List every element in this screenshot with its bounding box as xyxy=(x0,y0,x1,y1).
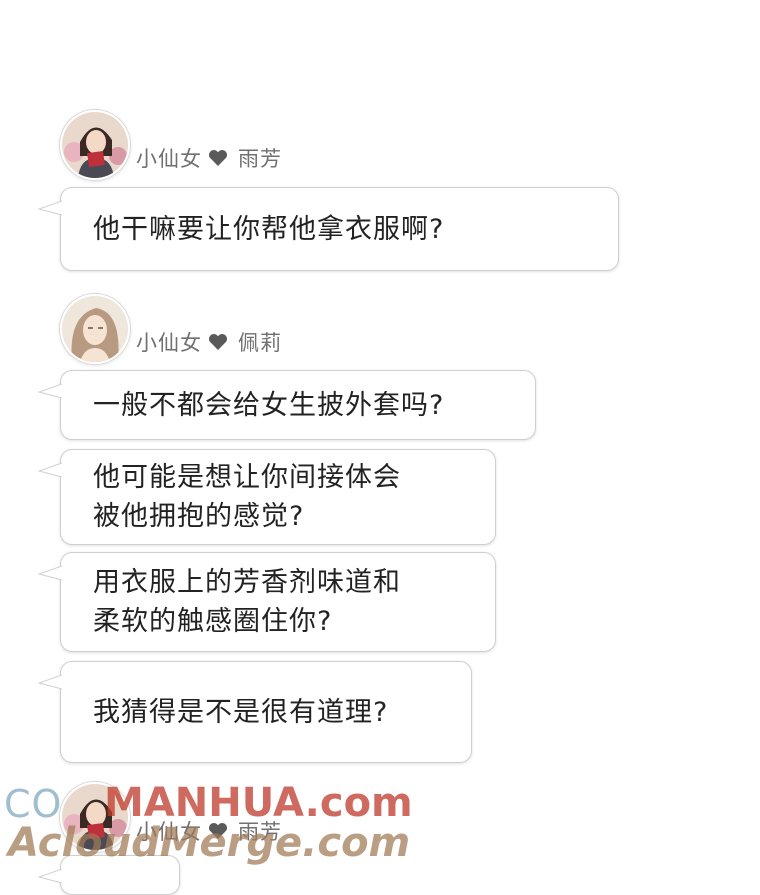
bubble-tail xyxy=(38,462,62,478)
woman-with-book-avatar-icon[interactable] xyxy=(60,110,130,180)
message-text: 他干嘛要让你帮他拿衣服啊? xyxy=(93,213,445,245)
message-bubble[interactable]: 一般不都会给女生披外套吗? xyxy=(38,370,536,440)
bubble-tail xyxy=(38,383,62,399)
woman-long-hair-avatar-icon[interactable] xyxy=(60,294,130,364)
heart-icon xyxy=(208,149,228,167)
message-bubble[interactable]: 我猜得是不是很有道理? xyxy=(38,661,472,763)
message-text: 被他拥抱的感觉? xyxy=(93,501,305,532)
sender-name: 小仙女 xyxy=(136,147,202,171)
watermark-text: AcloudMerge.com xyxy=(8,820,411,866)
message-text: 他可能是想让你间接体会 xyxy=(93,462,401,493)
bubble-tail xyxy=(38,674,62,690)
recipient-name: 佩莉 xyxy=(238,331,282,355)
bubble-tail xyxy=(38,868,62,884)
recipient-name: 雨芳 xyxy=(238,147,282,171)
message-bubble[interactable]: 用衣服上的芳香剂味道和 柔软的触感圈住你? xyxy=(38,552,496,652)
message-bubble[interactable]: 他干嘛要让你帮他拿衣服啊? xyxy=(38,187,619,271)
heart-icon xyxy=(208,333,228,351)
bubble-tail xyxy=(38,200,62,216)
message-sender-row: 小仙女 佩莉 xyxy=(60,294,282,364)
message-text: 柔软的触感圈住你? xyxy=(93,606,333,637)
sender-name: 小仙女 xyxy=(136,331,202,355)
message-text: 用衣服上的芳香剂味道和 xyxy=(93,567,401,598)
message-bubble[interactable]: 他可能是想让你间接体会 被他拥抱的感觉? xyxy=(38,449,496,545)
message-text: 一般不都会给女生披外套吗? xyxy=(93,389,445,421)
message-text: 我猜得是不是很有道理? xyxy=(93,696,389,728)
bubble-tail xyxy=(38,565,62,581)
message-sender-row: 小仙女 雨芳 xyxy=(60,110,282,180)
